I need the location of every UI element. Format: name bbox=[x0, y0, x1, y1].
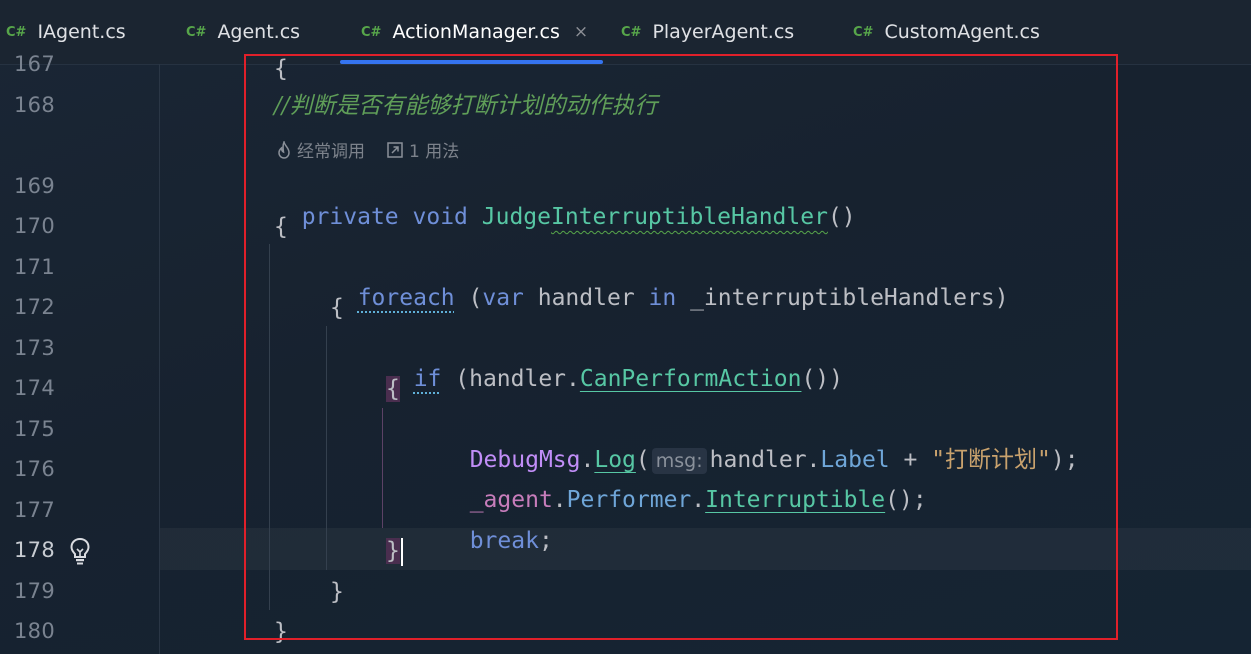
highlight-annotation-box bbox=[244, 54, 1118, 640]
line-number: 179 bbox=[14, 579, 55, 603]
line-number: 171 bbox=[14, 255, 55, 279]
tab-label: Agent.cs bbox=[217, 21, 301, 43]
line-number: 170 bbox=[14, 214, 55, 238]
line-number: 176 bbox=[14, 457, 55, 481]
line-number: 172 bbox=[14, 295, 55, 319]
tab-label: CustomAgent.cs bbox=[884, 21, 1040, 43]
line-number: 177 bbox=[14, 498, 55, 522]
csharp-file-icon: C# bbox=[853, 24, 874, 40]
line-number: 174 bbox=[14, 376, 55, 400]
tab-label: ActionManager.cs bbox=[392, 21, 560, 43]
line-number-current: 178 bbox=[14, 538, 55, 562]
tab-label: IAgent.cs bbox=[37, 21, 126, 43]
csharp-file-icon: C# bbox=[186, 24, 207, 40]
close-icon[interactable]: × bbox=[574, 22, 588, 42]
line-number: 167 bbox=[14, 52, 55, 76]
tab-label: PlayerAgent.cs bbox=[652, 21, 795, 43]
csharp-file-icon: C# bbox=[621, 24, 642, 40]
line-number: 168 bbox=[14, 93, 55, 117]
csharp-file-icon: C# bbox=[6, 24, 27, 40]
line-number: 175 bbox=[14, 417, 55, 441]
lightbulb-icon[interactable] bbox=[67, 536, 93, 566]
line-number: 173 bbox=[14, 336, 55, 360]
line-number: 169 bbox=[14, 174, 55, 198]
csharp-file-icon: C# bbox=[361, 24, 382, 40]
line-number: 180 bbox=[14, 619, 55, 643]
